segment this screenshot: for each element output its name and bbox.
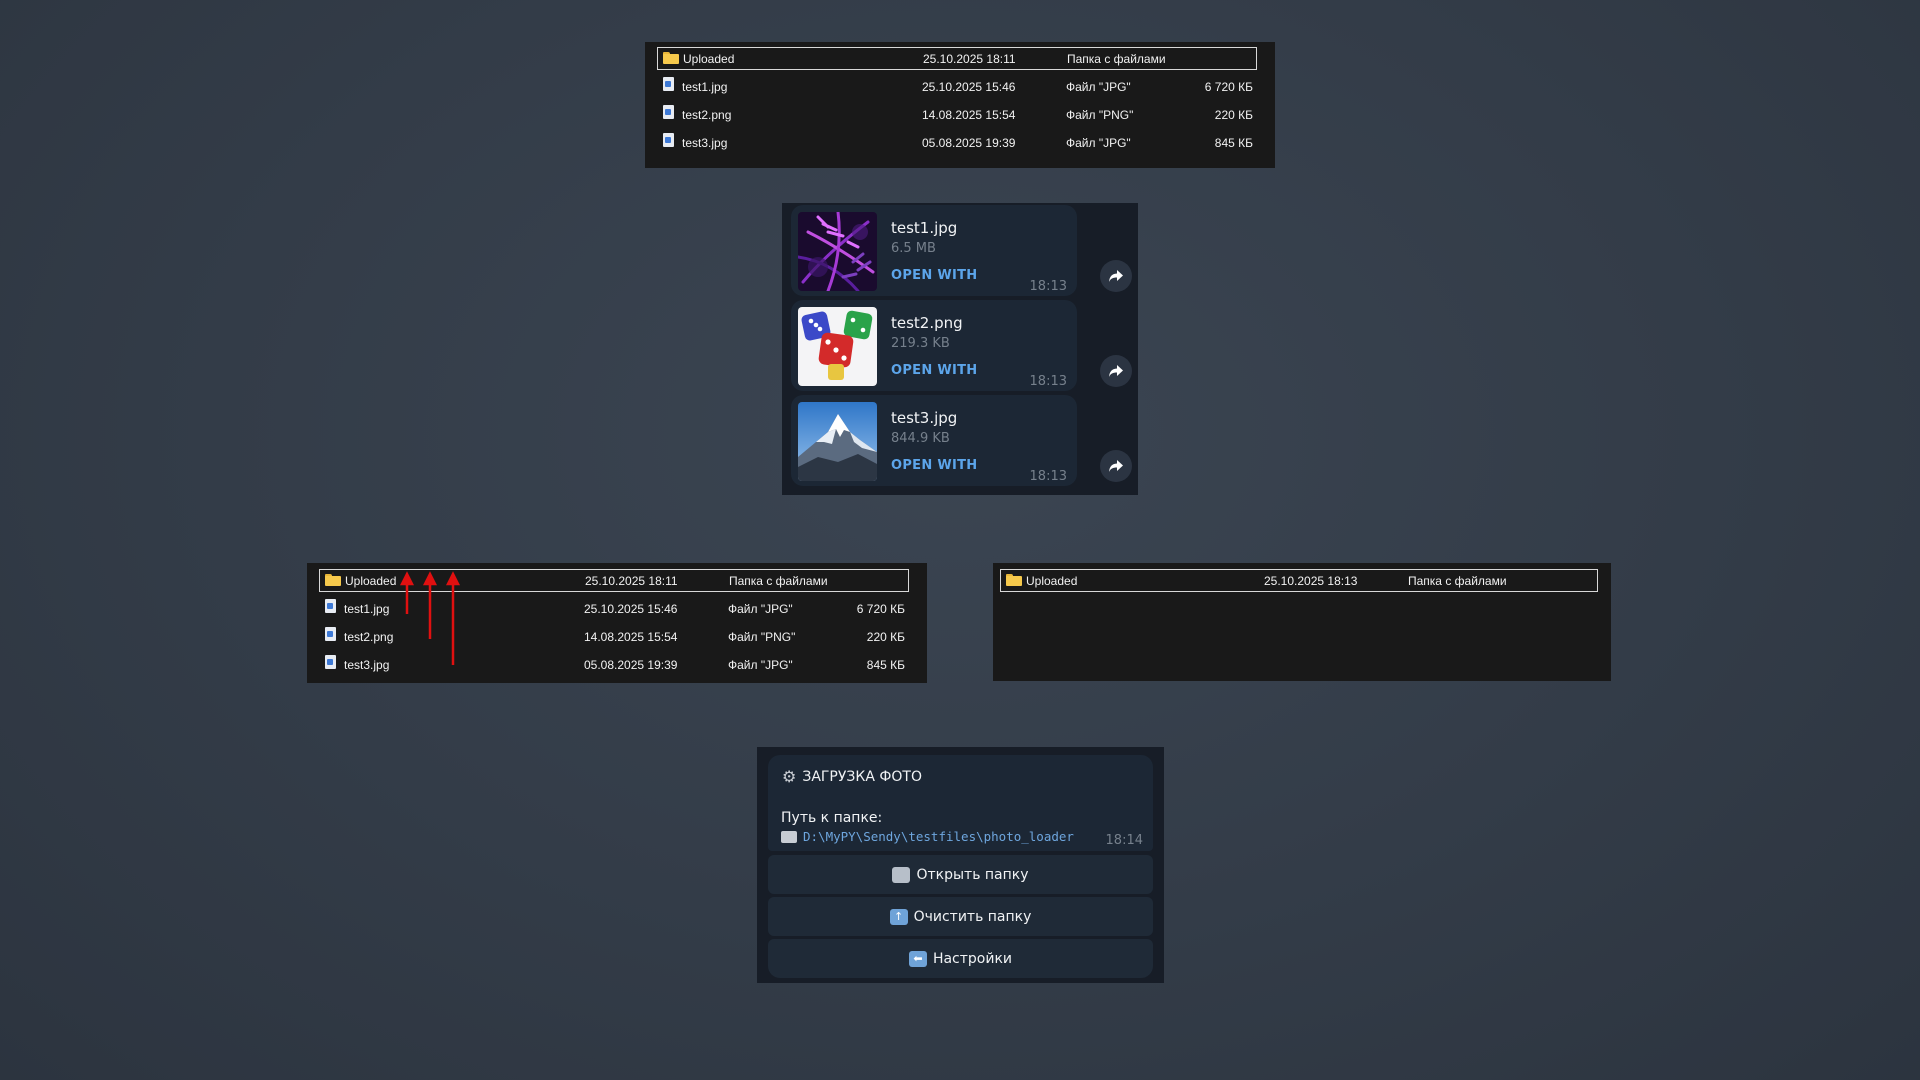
annotation-arrows	[399, 571, 461, 665]
share-arrow-icon	[1109, 460, 1123, 472]
image-thumbnail[interactable]	[798, 307, 877, 386]
image-file-icon	[663, 105, 674, 120]
file-row-uploaded[interactable]: Uploaded 25.10.2025 18:11 Папка с файлам…	[657, 47, 1257, 70]
file-message: test2.png 219.3 KB OPEN WITH 18:13	[791, 300, 1077, 391]
open-folder-button[interactable]: Открыть папку	[768, 855, 1153, 894]
image-file-icon	[663, 133, 674, 148]
open-folder-icon	[892, 866, 911, 883]
explorer-window-right: Uploaded 25.10.2025 18:13 Папка с файлам…	[993, 563, 1611, 681]
open-with-button[interactable]: OPEN WITH	[891, 268, 978, 283]
folder-path[interactable]: D:\MyPY\Sendy\testfiles\photo_loader	[803, 829, 1074, 844]
share-button[interactable]	[1100, 260, 1132, 292]
file-message: test1.jpg 6.5 MB OPEN WITH 18:13	[791, 205, 1077, 296]
open-with-button[interactable]: OPEN WITH	[891, 363, 978, 378]
share-button[interactable]	[1100, 450, 1132, 482]
back-arrow-icon: ⬅	[908, 950, 927, 967]
file-message: test3.jpg 844.9 KB OPEN WITH 18:13	[791, 395, 1077, 486]
folder-icon	[1006, 574, 1022, 586]
share-button[interactable]	[1100, 355, 1132, 387]
file-row-test1[interactable]: test1.jpg 25.10.2025 15:46 Файл "JPG" 6 …	[657, 75, 1257, 98]
file-row-test2[interactable]: test2.png 14.08.2025 15:54 Файл "PNG" 22…	[657, 103, 1257, 126]
image-thumbnail[interactable]	[798, 402, 877, 481]
bot-message: ⚙ ЗАГРУЗКА ФОТО Путь к папке: D:\MyPY\Se…	[768, 755, 1153, 851]
folder-icon	[781, 830, 797, 843]
bot-photo-loader-card: ⚙ ЗАГРУЗКА ФОТО Путь к папке: D:\MyPY\Se…	[757, 747, 1164, 983]
bot-title: ЗАГРУЗКА ФОТО	[802, 768, 922, 785]
share-arrow-icon	[1109, 365, 1123, 377]
clear-folder-button[interactable]: ↑ Очистить папку	[768, 897, 1153, 936]
message-time: 18:14	[1105, 833, 1143, 848]
upload-arrow-icon: ↑	[889, 908, 908, 925]
open-with-button[interactable]: OPEN WITH	[891, 458, 978, 473]
image-file-icon	[663, 77, 674, 92]
file-row-uploaded[interactable]: Uploaded 25.10.2025 18:13 Папка с файлам…	[1000, 569, 1598, 592]
explorer-window-top: Uploaded 25.10.2025 18:11 Папка с файлам…	[645, 42, 1275, 168]
path-label: Путь к папке:	[781, 810, 883, 826]
explorer-window-left: Uploaded 25.10.2025 18:11 Папка с файлам…	[307, 563, 927, 683]
telegram-file-messages: test1.jpg 6.5 MB OPEN WITH 18:13 test2.p…	[782, 203, 1138, 495]
settings-button[interactable]: ⬅ Настройки	[768, 939, 1153, 978]
folder-icon	[663, 52, 679, 64]
image-thumbnail[interactable]	[798, 212, 877, 291]
share-arrow-icon	[1109, 270, 1123, 282]
file-row-test3[interactable]: test3.jpg 05.08.2025 19:39 Файл "JPG" 84…	[657, 131, 1257, 154]
gear-icon: ⚙	[782, 767, 797, 786]
